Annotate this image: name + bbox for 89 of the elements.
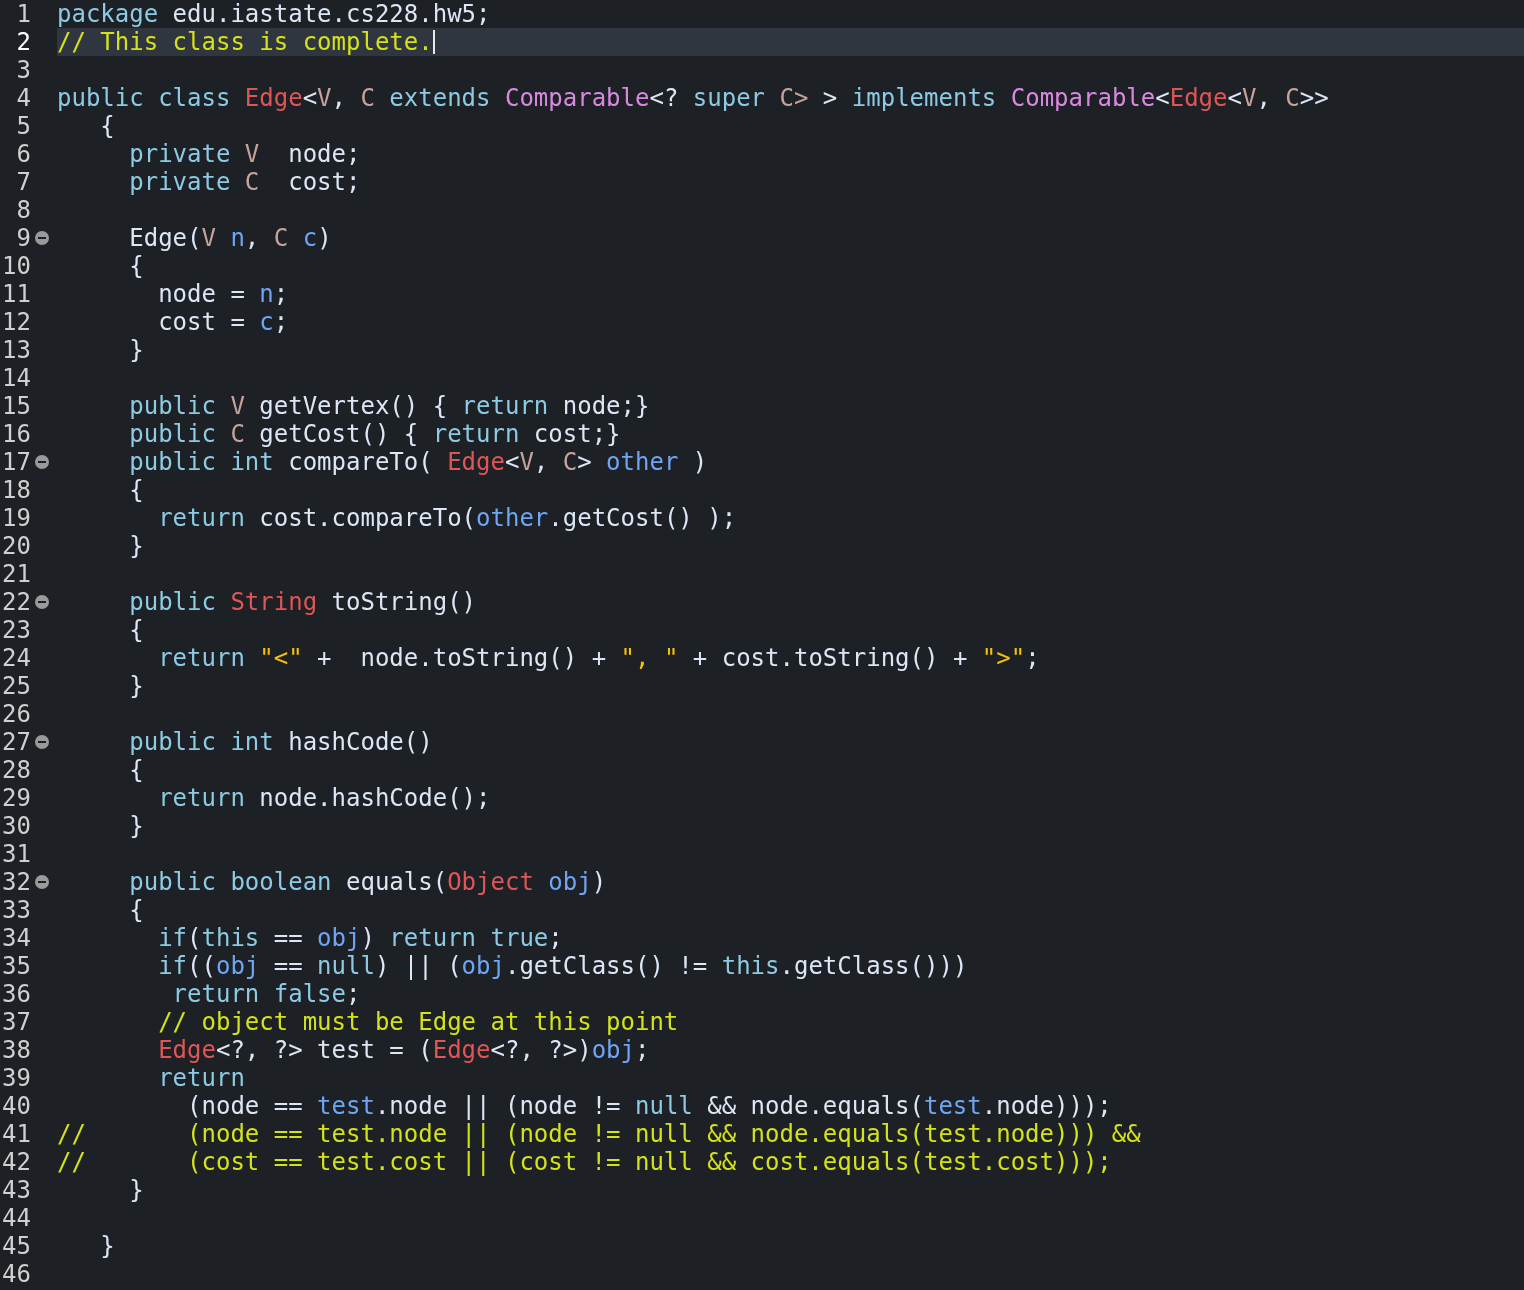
- line-number: 35: [1, 952, 31, 980]
- code-line: {: [128, 476, 145, 504]
- code-line: {: [128, 252, 145, 280]
- code-line: if((obj == null) || (obj.getClass() != this.getClass())): [157, 952, 969, 980]
- code-line: }: [128, 812, 145, 840]
- line-number: 8: [15, 196, 31, 224]
- line-number: 29: [1, 784, 31, 812]
- line-number: 38: [1, 1036, 31, 1064]
- line-number: 13: [1, 336, 31, 364]
- line-number: 9: [15, 224, 31, 252]
- code-line: }: [99, 1232, 116, 1260]
- code-line: {: [128, 756, 145, 784]
- code-line: public String toString(): [128, 588, 478, 616]
- line-number: 37: [1, 1008, 31, 1036]
- line-number: 16: [1, 420, 31, 448]
- code-line: public V getVertex() { return node;}: [128, 392, 651, 420]
- code-line: package edu.iastate.cs228.hw5;: [57, 0, 492, 28]
- line-number: 11: [1, 280, 31, 308]
- code-line: (node == test.node || (node != null && node.equals(test.node)));: [186, 1092, 1113, 1120]
- line-number: 5: [15, 112, 31, 140]
- line-number: 1: [15, 0, 31, 28]
- line-number: 36: [1, 980, 31, 1008]
- code-line: }: [128, 672, 145, 700]
- line-number: 18: [1, 476, 31, 504]
- code-line: {: [128, 616, 145, 644]
- line-number: 46: [1, 1260, 31, 1288]
- line-number: 23: [1, 616, 31, 644]
- code-line: return false;: [171, 980, 362, 1008]
- line-number: 6: [15, 140, 31, 168]
- line-number: 27: [1, 728, 31, 756]
- code-line: cost = c;: [157, 308, 290, 336]
- code-line: }: [128, 1176, 145, 1204]
- collapse-icon[interactable]: [35, 231, 49, 245]
- code-line: }: [128, 336, 145, 364]
- line-number: 43: [1, 1176, 31, 1204]
- text-cursor: [432, 30, 435, 54]
- code-line: public int hashCode(): [128, 728, 434, 756]
- code-line: {: [128, 896, 145, 924]
- line-number: 21: [1, 560, 31, 588]
- code-line: {: [99, 112, 116, 140]
- line-number: 14: [1, 364, 31, 392]
- line-number: 2: [15, 28, 31, 56]
- code-line: public C getCost() { return cost;}: [128, 420, 622, 448]
- code-line: Edge<?, ?> test = (Edge<?, ?>)obj;: [157, 1036, 651, 1064]
- code-line: public class Edge<V, C extends Comparable<? super C> > implements Comparable<Edge<V, C>>: [57, 84, 1330, 112]
- line-number: 42: [1, 1148, 31, 1176]
- line-number: 30: [1, 812, 31, 840]
- line-number: 15: [1, 392, 31, 420]
- code-line: return node.hashCode();: [157, 784, 492, 812]
- line-number: 44: [1, 1204, 31, 1232]
- code-line: return: [157, 1064, 246, 1092]
- line-number: 34: [1, 924, 31, 952]
- code-line: private C cost;: [128, 168, 362, 196]
- line-number: 26: [1, 700, 31, 728]
- code-line: Edge(V n, C c): [128, 224, 333, 252]
- line-number: 7: [15, 168, 31, 196]
- code-line: // object must be Edge at this point: [157, 1008, 680, 1036]
- collapse-icon[interactable]: [35, 875, 49, 889]
- code-line: // (cost == test.cost || (cost != null && cost.equals(test.cost)));: [57, 1148, 1113, 1176]
- code-line: public boolean equals(Object obj): [128, 868, 608, 896]
- code-line: if(this == obj) return true;: [157, 924, 564, 952]
- line-number: 28: [1, 756, 31, 784]
- line-number: 39: [1, 1064, 31, 1092]
- line-number: 3: [15, 56, 31, 84]
- line-number: 25: [1, 672, 31, 700]
- line-number: 33: [1, 896, 31, 924]
- line-number: 31: [1, 840, 31, 868]
- line-number: 45: [1, 1232, 31, 1260]
- code-line: // (node == test.node || (node != null && node.equals(test.node))) &&: [57, 1120, 1142, 1148]
- line-number: 12: [1, 308, 31, 336]
- code-line: public int compareTo( Edge<V, C> other ): [128, 448, 709, 476]
- line-number: 22: [1, 588, 31, 616]
- line-number: 41: [1, 1120, 31, 1148]
- line-number: 40: [1, 1092, 31, 1120]
- code-line: return cost.compareTo(other.getCost() );: [157, 504, 738, 532]
- line-number: 10: [1, 252, 31, 280]
- line-number: 17: [1, 448, 31, 476]
- line-number: 4: [15, 84, 31, 112]
- collapse-icon[interactable]: [35, 735, 49, 749]
- collapse-icon[interactable]: [35, 595, 49, 609]
- collapse-icon[interactable]: [35, 455, 49, 469]
- line-number: 32: [1, 868, 31, 896]
- code-line: return "<" + node.toString() + ", " + cost.toString() + ">";: [157, 644, 1041, 672]
- line-number: 20: [1, 532, 31, 560]
- code-line: private V node;: [128, 140, 362, 168]
- line-number: 24: [1, 644, 31, 672]
- line-number: 19: [1, 504, 31, 532]
- code-line: node = n;: [157, 280, 290, 308]
- code-line: }: [128, 532, 145, 560]
